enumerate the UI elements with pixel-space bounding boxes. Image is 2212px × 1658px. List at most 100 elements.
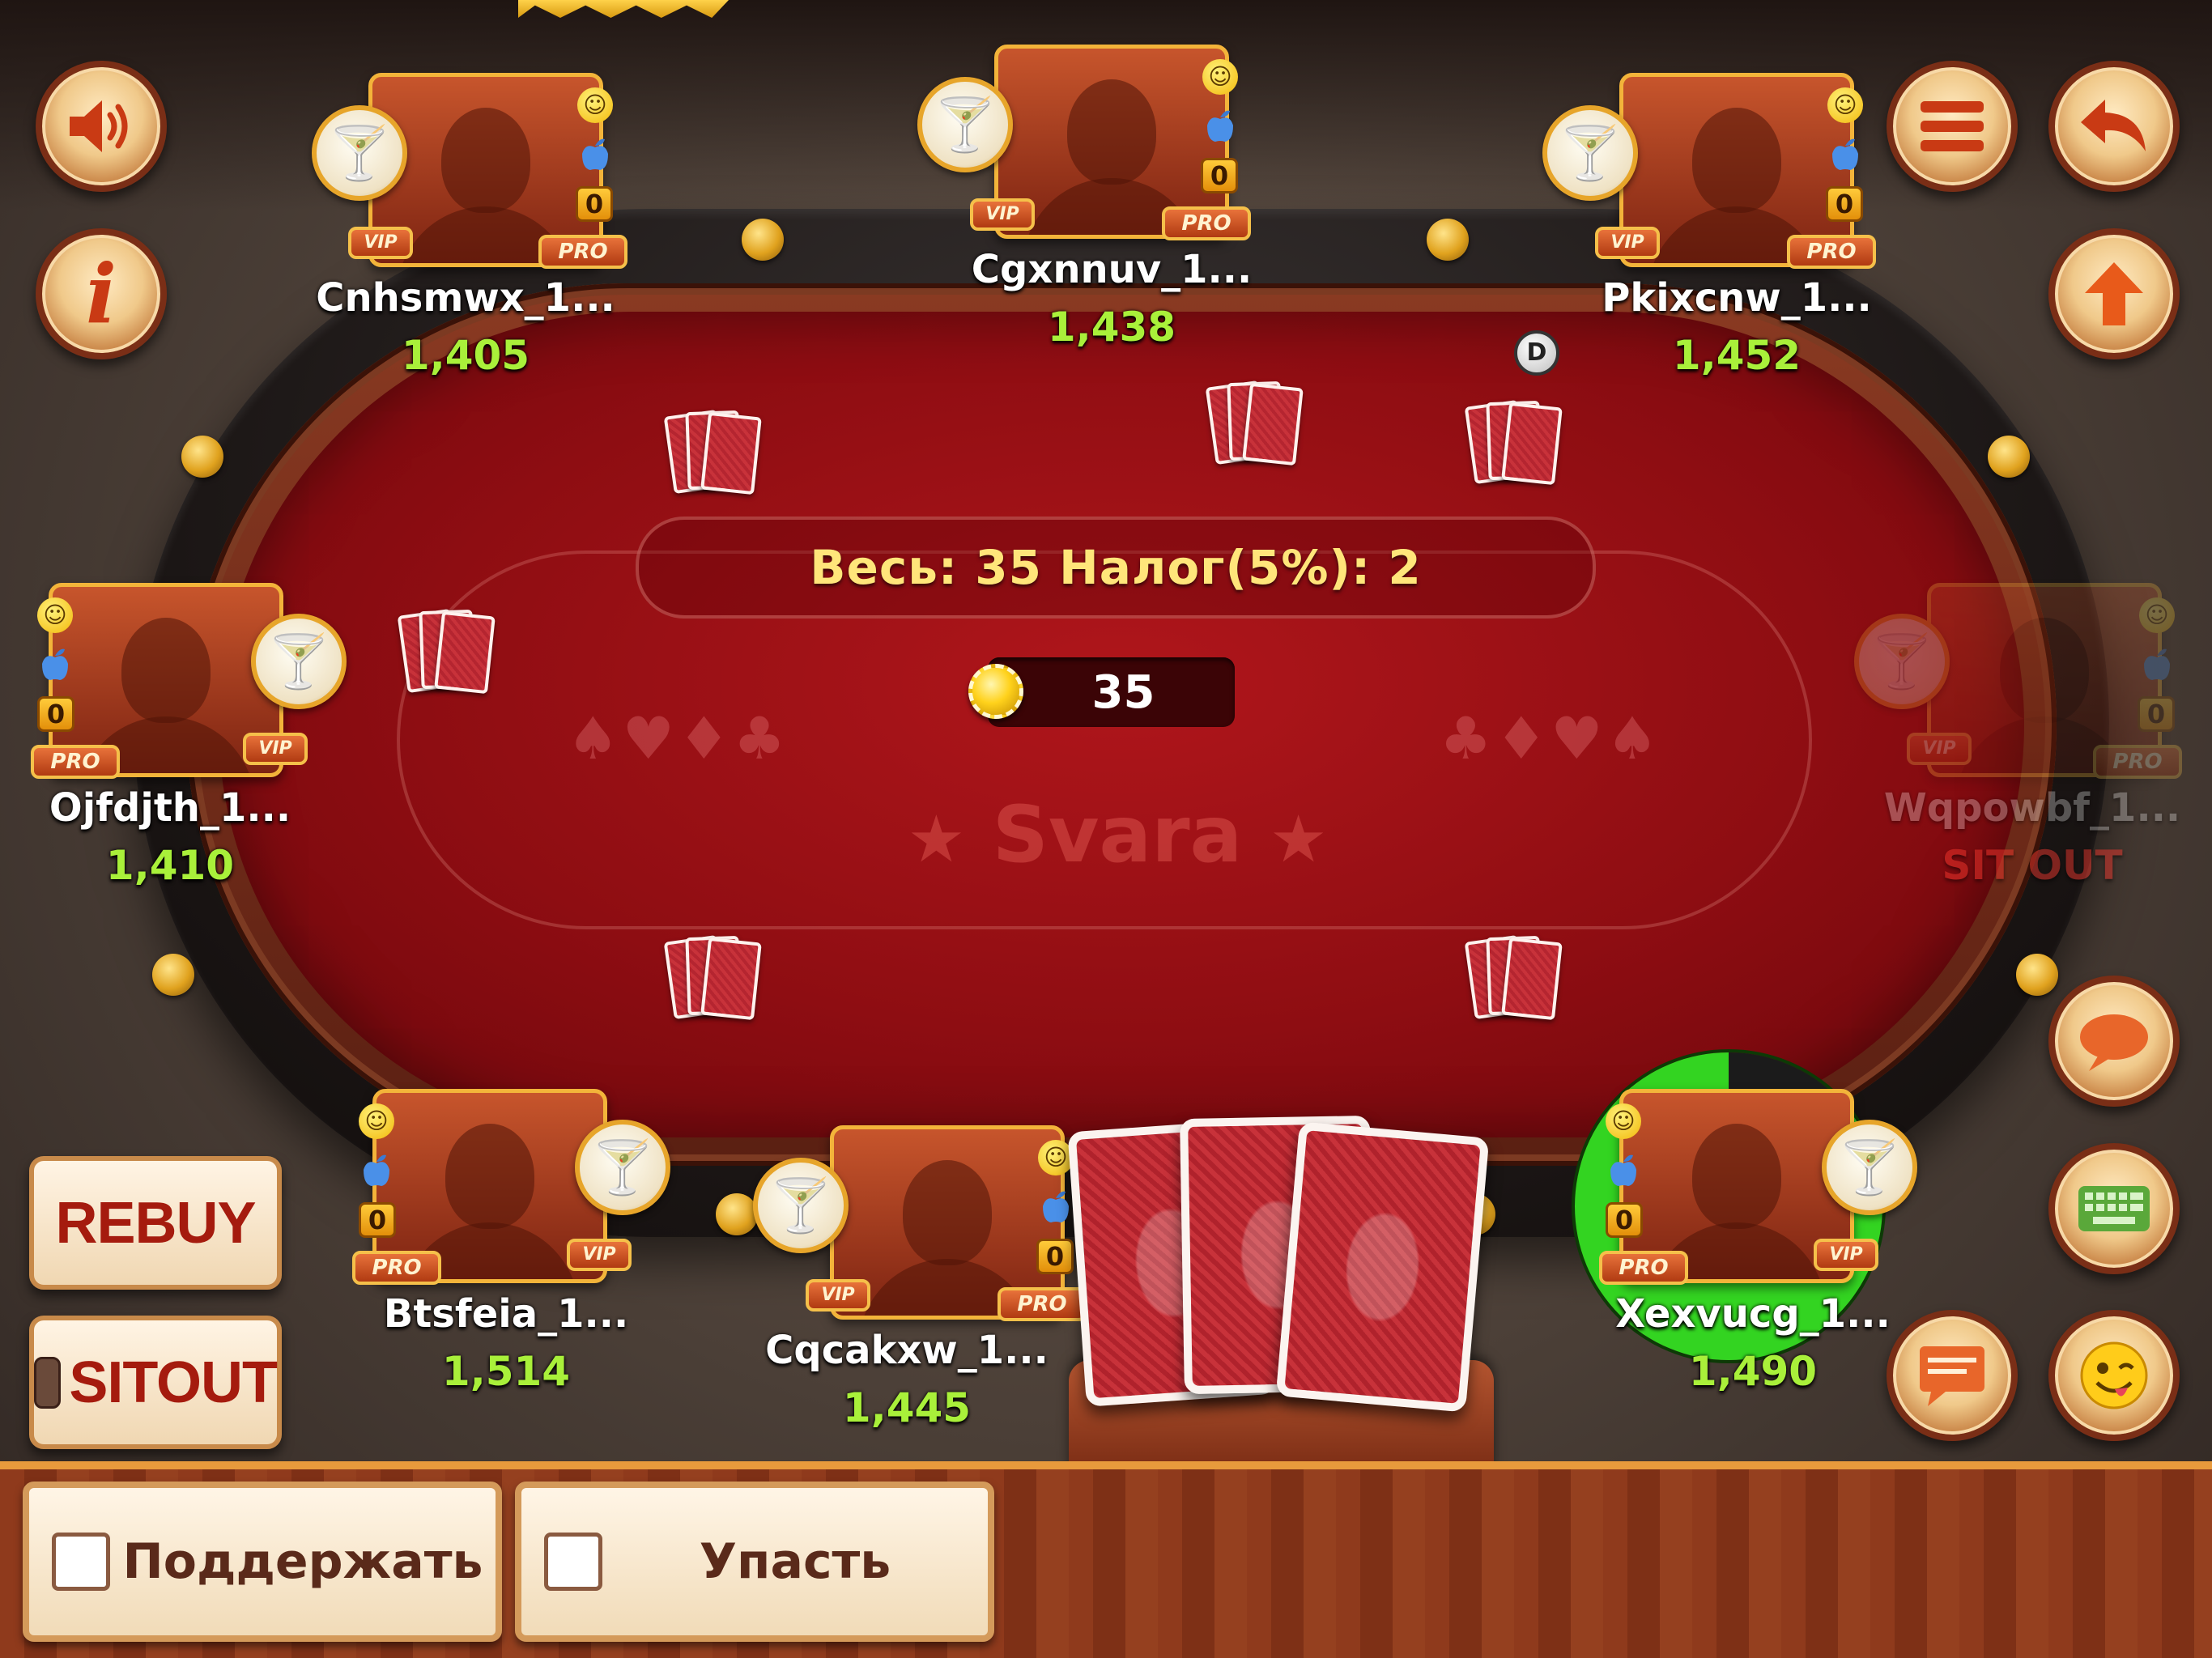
support-checkbox[interactable]	[52, 1533, 110, 1591]
player-name: Btsfeia_1...	[383, 1291, 629, 1337]
apple-icon	[577, 136, 613, 172]
player-cards	[663, 409, 774, 499]
back-icon	[2081, 100, 2146, 151]
card-back	[1501, 937, 1563, 1021]
star-icon: ★	[1269, 801, 1328, 877]
emoji-button[interactable]	[2048, 1310, 2180, 1441]
player-seat[interactable]: 🍸 ☺ 0 PRO VIP Pkixcnw_1... 1,452	[1542, 73, 1882, 397]
sound-button[interactable]	[36, 61, 167, 192]
player-name: Wqpowbf_1...	[1883, 785, 2181, 831]
apple-icon	[1827, 136, 1863, 172]
vip-badge: VIP	[1907, 733, 1972, 765]
info-button[interactable]: i	[36, 228, 167, 359]
player-name: Cgxnnuv_1...	[971, 247, 1253, 292]
vip-badge: VIP	[567, 1239, 632, 1271]
card-back	[1242, 382, 1304, 466]
apple-icon	[1606, 1152, 1641, 1188]
apple-icon	[2139, 646, 2175, 682]
player-chips: 1,410	[105, 842, 235, 889]
player-seat-self[interactable]: 🍸 ☺ 0 PRO VIP Cqcakxw_1... 1,445	[753, 1125, 1093, 1449]
pot-info-bar: Весь: 35 Налог(5%): 2	[636, 517, 1596, 619]
apple-icon	[37, 646, 73, 682]
pot-amount: 35	[988, 657, 1235, 727]
fold-checkbox[interactable]	[544, 1533, 602, 1591]
rail-stud	[181, 436, 223, 478]
support-button[interactable]: Поддержать	[23, 1482, 502, 1642]
player-cards	[663, 934, 774, 1024]
card-back	[434, 610, 496, 695]
sitout-checkbox[interactable]	[34, 1356, 62, 1409]
message-icon	[1920, 1346, 1984, 1406]
vip-badge: VIP	[348, 227, 413, 259]
menu-button[interactable]	[1887, 61, 2018, 192]
pro-badge: PRO	[1787, 235, 1876, 269]
pot-info-text: Весь: 35 Налог(5%): 2	[810, 540, 1422, 595]
rebuy-button[interactable]: REBUY	[29, 1156, 282, 1290]
fold-button[interactable]: Упасть	[515, 1482, 994, 1642]
smiley-icon: ☺	[1827, 87, 1863, 123]
pro-badge: PRO	[998, 1287, 1087, 1321]
sitout-button[interactable]: SITOUT	[29, 1316, 282, 1449]
stand-up-button[interactable]	[2048, 228, 2180, 359]
keyboard-button[interactable]	[2048, 1143, 2180, 1274]
level-badge: 0	[1826, 186, 1863, 222]
level-badge: 0	[576, 186, 613, 222]
player-cards	[397, 608, 508, 698]
player-seat[interactable]: 🍸 ☺ 0 PRO VIP Cgxnnuv_1... 1,438	[917, 45, 1257, 368]
card-back	[700, 937, 762, 1021]
player-chips: 1,445	[842, 1384, 972, 1431]
player-cards	[1464, 934, 1575, 1024]
up-arrow-icon	[2085, 262, 2143, 325]
player-name: Xexvucg_1...	[1615, 1291, 1891, 1337]
cocktail-icon[interactable]: 🍸	[312, 105, 407, 201]
level-badge: 0	[37, 696, 74, 732]
rail-stud	[1427, 219, 1469, 261]
level-badge: 0	[359, 1202, 396, 1238]
player-chips: 1,490	[1688, 1348, 1818, 1395]
menu-icon	[1921, 101, 1984, 151]
card-back	[1501, 402, 1563, 486]
cocktail-icon[interactable]: 🍸	[575, 1120, 670, 1215]
messages-button[interactable]	[1887, 1310, 2018, 1441]
apple-icon	[1202, 108, 1238, 143]
apple-icon	[359, 1152, 394, 1188]
rail-stud	[742, 219, 784, 261]
brand-text: Svara	[992, 789, 1243, 880]
rail-stud	[152, 954, 194, 996]
suits-decoration-left: ♠♥♦♣	[567, 704, 789, 772]
smiley-icon: ☺	[2139, 597, 2175, 633]
smiley-icon: ☺	[359, 1103, 394, 1139]
player-name: Pkixcnw_1...	[1602, 275, 1872, 321]
cocktail-icon[interactable]: 🍸	[251, 614, 347, 709]
player-seat[interactable]: 🍸 ☺ 0 PRO VIP Btsfeia_1... 1,514	[344, 1089, 684, 1413]
rail-stud	[716, 1193, 758, 1235]
smiley-icon: ☺	[577, 87, 613, 123]
sit-out-status: SIT OUT	[1942, 842, 2123, 889]
chat-button[interactable]	[2048, 976, 2180, 1107]
player-seat[interactable]: 🍸 ☺ 0 PRO VIP Ojfdjth_1... 1,410	[24, 583, 364, 907]
smiley-icon: ☺	[1606, 1103, 1641, 1139]
chat-bubble-icon	[2080, 1014, 2148, 1071]
cocktail-icon[interactable]: 🍸	[1822, 1120, 1917, 1215]
cocktail-icon[interactable]: 🍸	[1542, 105, 1638, 201]
pro-badge: PRO	[1599, 1251, 1688, 1285]
level-badge: 0	[2138, 696, 2175, 732]
level-badge: 0	[1036, 1239, 1074, 1274]
support-label: Поддержать	[122, 1533, 483, 1590]
rail-stud	[1988, 436, 2030, 478]
level-badge: 0	[1606, 1202, 1643, 1238]
pro-badge: PRO	[1162, 206, 1251, 240]
player-chips: 1,514	[441, 1348, 571, 1395]
player-seat[interactable]: 🍸 ☺ 0 PRO VIP Cnhsmwx_1... 1,405	[312, 73, 652, 397]
hand-card[interactable]	[1275, 1121, 1490, 1413]
cocktail-icon[interactable]: 🍸	[917, 77, 1013, 172]
sitout-label: SITOUT	[69, 1350, 278, 1415]
cocktail-icon[interactable]: 🍸	[753, 1158, 849, 1253]
player-name: Cnhsmwx_1...	[316, 275, 615, 321]
card-back	[700, 411, 762, 495]
cocktail-icon[interactable]: 🍸	[1854, 614, 1950, 709]
player-cards	[1205, 380, 1316, 470]
player-seat[interactable]: 🍸 ☺ 0 PRO VIP Xexvucg_1... 1,490	[1591, 1089, 1931, 1413]
back-button[interactable]	[2048, 61, 2180, 192]
vip-badge: VIP	[806, 1279, 870, 1312]
